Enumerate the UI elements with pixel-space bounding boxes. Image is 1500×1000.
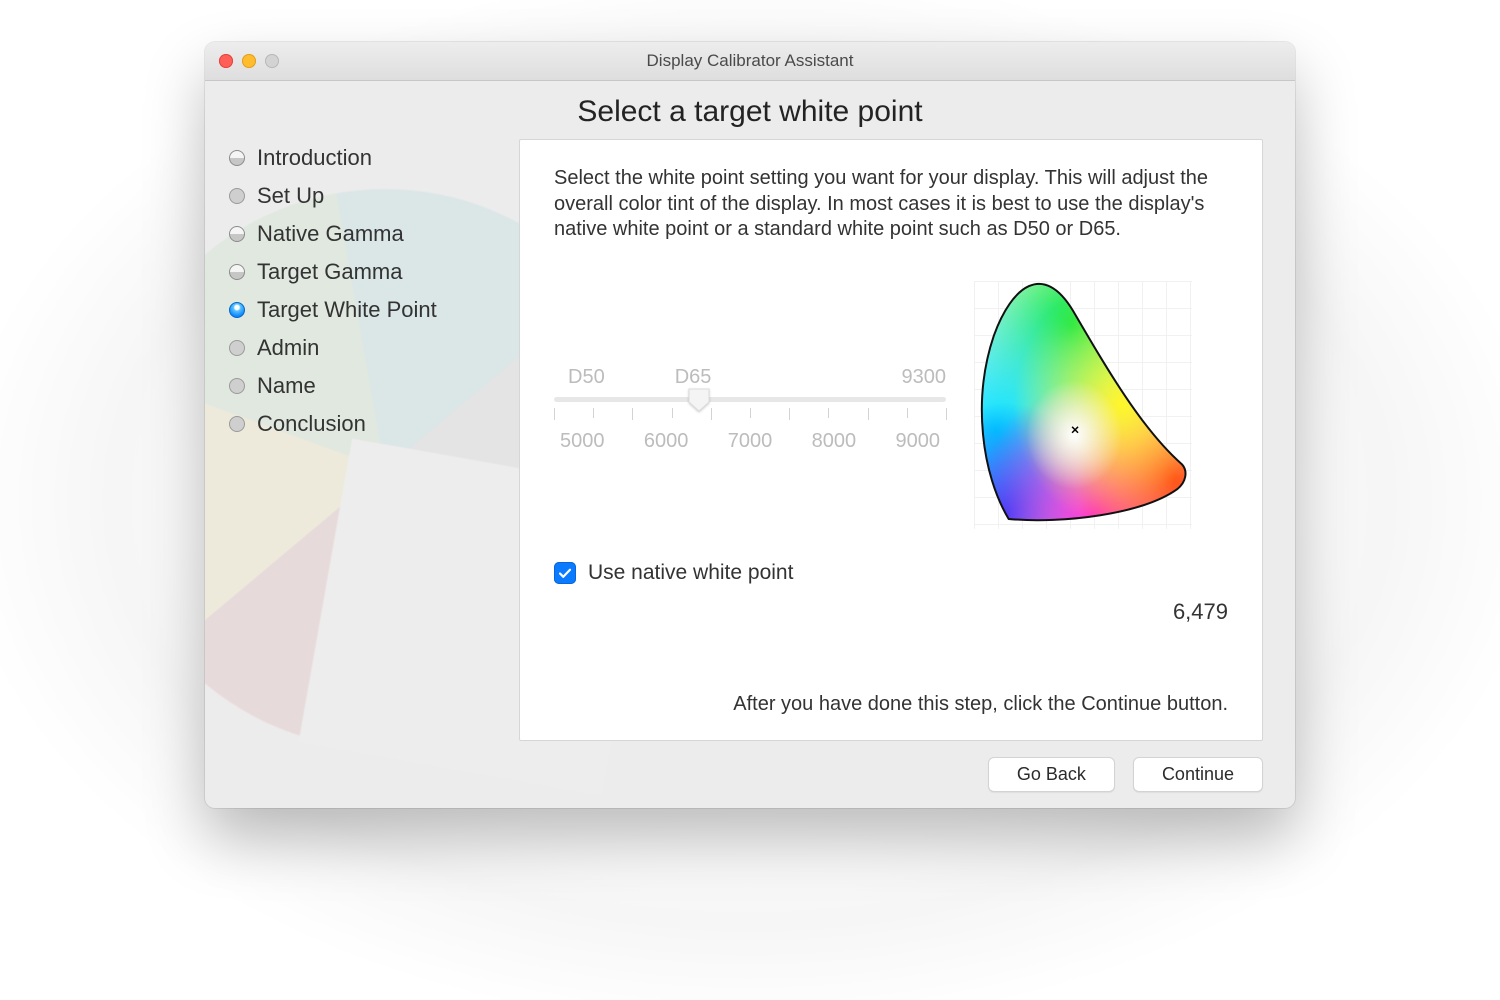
chromaticity-diagram	[974, 281, 1192, 529]
slider-named-label: 9300	[902, 366, 947, 389]
step-item: Native Gamma	[229, 221, 519, 247]
window: Display Calibrator Assistant Select a ta…	[205, 42, 1295, 808]
footer-text: After you have done this step, click the…	[554, 693, 1228, 716]
step-item: Set Up	[229, 183, 519, 209]
slider-named-label: D50	[568, 366, 605, 389]
slider-tick-label: 5000	[560, 430, 605, 453]
slider-track[interactable]	[554, 397, 946, 402]
step-item: Target White Point	[229, 297, 519, 323]
continue-button[interactable]: Continue	[1133, 757, 1263, 792]
step-indicator-icon	[229, 150, 245, 166]
slider-tick-label: 7000	[728, 430, 773, 453]
step-item: Conclusion	[229, 411, 519, 437]
use-native-label: Use native white point	[588, 561, 793, 585]
whitepoint-value: 6,479	[554, 599, 1228, 625]
step-label: Name	[257, 373, 316, 399]
step-indicator-icon	[229, 188, 245, 204]
step-indicator-icon	[229, 340, 245, 356]
go-back-button[interactable]: Go Back	[988, 757, 1115, 792]
step-indicator-icon	[229, 378, 245, 394]
page-title: Select a target white point	[205, 95, 1295, 129]
whitepoint-slider[interactable]: D50 D65 9300 5000 6000 7000 8000 9000	[554, 366, 946, 453]
close-icon[interactable]	[219, 54, 233, 68]
step-label: Admin	[257, 335, 319, 361]
step-label: Target Gamma	[257, 259, 403, 285]
step-label: Conclusion	[257, 411, 366, 437]
step-item: Introduction	[229, 145, 519, 171]
titlebar: Display Calibrator Assistant	[205, 42, 1295, 81]
window-title: Display Calibrator Assistant	[647, 51, 854, 71]
step-item: Admin	[229, 335, 519, 361]
step-sidebar: Introduction Set Up Native Gamma Target Gam…	[229, 139, 519, 741]
minimize-icon[interactable]	[242, 54, 256, 68]
step-label: Introduction	[257, 145, 372, 171]
slider-tick-label: 8000	[812, 430, 857, 453]
step-indicator-icon	[229, 226, 245, 242]
step-indicator-icon	[229, 264, 245, 280]
slider-named-label: D65	[675, 366, 712, 389]
step-label: Set Up	[257, 183, 324, 209]
step-label: Target White Point	[257, 297, 437, 323]
step-indicator-icon	[229, 302, 245, 318]
step-item: Target Gamma	[229, 259, 519, 285]
description-text: Select the white point setting you want …	[554, 166, 1228, 243]
use-native-checkbox[interactable]	[554, 562, 576, 584]
step-item: Name	[229, 373, 519, 399]
slider-tick-label: 6000	[644, 430, 689, 453]
zoom-icon	[265, 54, 279, 68]
content-panel: Select the white point setting you want …	[519, 139, 1263, 741]
slider-tick-label: 9000	[896, 430, 941, 453]
step-indicator-icon	[229, 416, 245, 432]
step-label: Native Gamma	[257, 221, 404, 247]
